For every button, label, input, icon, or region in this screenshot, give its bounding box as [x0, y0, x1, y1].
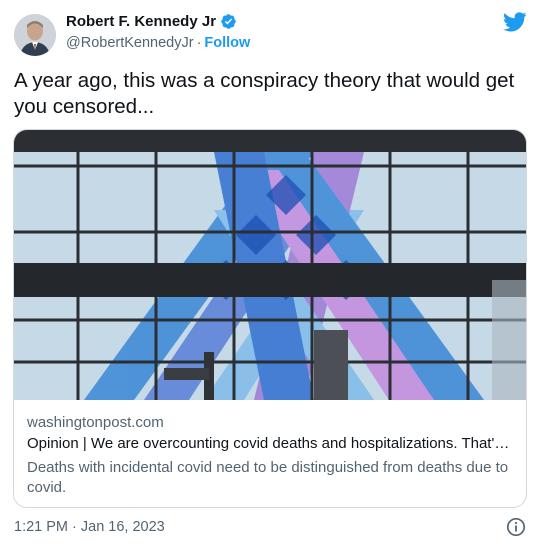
handle-separator: ·: [196, 35, 202, 51]
author-handle[interactable]: @RobertKennedyJr: [66, 35, 194, 51]
verified-badge-icon: [221, 14, 236, 29]
card-title[interactable]: Opinion | We are overcounting covid deat…: [27, 435, 519, 452]
avatar[interactable]: [14, 14, 56, 56]
card-description: Deaths with incidental covid need to be …: [27, 459, 509, 496]
tweet-text: A year ago, this was a conspiracy theory…: [14, 69, 515, 118]
article-image: [14, 130, 526, 400]
follow-button[interactable]: Follow: [204, 35, 250, 51]
tweet-timestamp[interactable]: 1:21 PM · Jan 16, 2023: [14, 519, 165, 535]
tweet-embed: Robert F. Kennedy Jr @RobertKennedyJr · Fo…: [0, 0, 539, 545]
author-display-name[interactable]: Robert F. Kennedy Jr: [66, 13, 216, 30]
info-icon[interactable]: [506, 517, 526, 537]
card-domain: washingtonpost.com: [27, 414, 164, 431]
link-preview-card[interactable]: washingtonpost.com Opinion | We are over…: [13, 129, 527, 508]
twitter-bird-icon[interactable]: [503, 12, 527, 32]
